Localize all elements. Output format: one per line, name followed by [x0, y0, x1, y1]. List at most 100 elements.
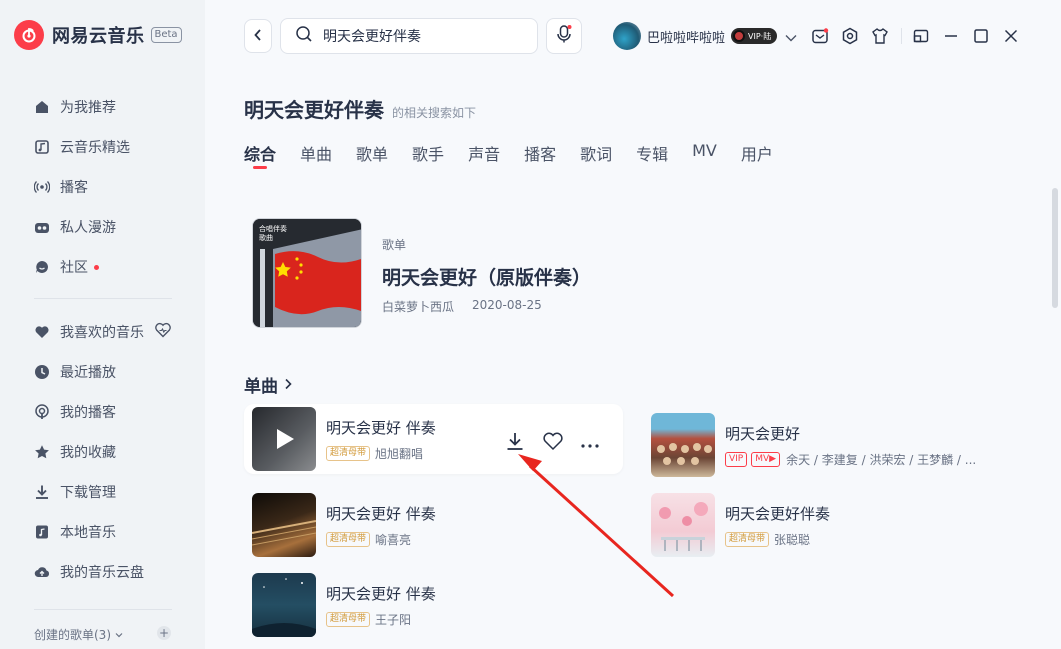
- created-playlists-label: 创建的歌单(3): [34, 628, 111, 642]
- scrollbar-thumb[interactable]: [1052, 188, 1058, 308]
- tab-albums[interactable]: 专辑: [636, 141, 668, 165]
- heart-icon: [34, 324, 50, 340]
- heartbeat-mode-icon[interactable]: [154, 321, 172, 343]
- playlist-date: 2020-08-25: [472, 298, 542, 312]
- notification-dot: [94, 264, 99, 270]
- microphone-icon: [555, 24, 573, 48]
- sidebar-item-label: 播客: [60, 180, 88, 196]
- tab-overview[interactable]: 综合: [244, 141, 276, 169]
- sidebar-item-label: 我的收藏: [60, 445, 116, 461]
- playlist-cover[interactable]: 合唱伴奏 歌曲: [252, 218, 362, 328]
- tab-artists[interactable]: 歌手: [412, 141, 444, 165]
- song-row[interactable]: 明天会更好伴奏 超清母带 张聪聪: [651, 490, 830, 560]
- song-row[interactable]: 明天会更好 VIP MV▶ 余天 / 李建复 / 洪荣宏 / 王梦麟 / ...: [651, 410, 976, 480]
- sidebar-item-label: 最近播放: [60, 365, 116, 381]
- page-subtitle: 的相关搜索如下: [392, 106, 477, 120]
- sidebar-item-downloads[interactable]: 下载管理: [0, 472, 205, 512]
- sidebar-item-collection[interactable]: 我的收藏: [0, 432, 205, 472]
- sidebar-item-liked[interactable]: 我喜欢的音乐: [0, 312, 205, 352]
- podcast-icon: [34, 404, 50, 420]
- tab-lyrics[interactable]: 歌词: [580, 141, 612, 165]
- heart-icon[interactable]: [542, 431, 564, 455]
- guitar-image: [252, 520, 316, 546]
- song-title[interactable]: 明天会更好 伴奏: [326, 503, 436, 524]
- messages-icon[interactable]: [810, 26, 830, 46]
- playlist-type-label: 歌单: [382, 238, 407, 252]
- page-title: 明天会更好伴奏: [244, 98, 384, 122]
- music-note-icon: [34, 139, 50, 155]
- home-icon: [34, 99, 50, 115]
- song-cover[interactable]: [252, 573, 316, 637]
- app-logo[interactable]: 网易云音乐 Beta: [14, 20, 182, 50]
- song-title[interactable]: 明天会更好 伴奏: [326, 417, 436, 438]
- group-photo-image: [657, 443, 712, 465]
- toolbar-divider: [901, 28, 902, 44]
- search-result-header: 明天会更好伴奏 的相关搜索如下: [244, 94, 476, 123]
- song-cover[interactable]: [651, 493, 715, 557]
- sidebar-item-label: 云音乐精选: [60, 140, 130, 156]
- quality-badge: 超清母带: [326, 531, 371, 547]
- tab-songs[interactable]: 单曲: [300, 141, 332, 165]
- tab-sounds[interactable]: 声音: [468, 141, 500, 165]
- song-title[interactable]: 明天会更好: [725, 423, 976, 444]
- playlist-info: 歌单 明天会更好（原版伴奏） 白菜萝卜西瓜 2020-08-25: [382, 236, 591, 315]
- sidebar-item-my-podcast[interactable]: 我的播客: [0, 392, 205, 432]
- tab-users[interactable]: 用户: [741, 141, 773, 165]
- sidebar-item-community[interactable]: 社区: [0, 247, 205, 287]
- created-playlists-toggle[interactable]: 创建的歌单(3): [34, 626, 123, 643]
- song-cover[interactable]: [651, 413, 715, 477]
- song-title[interactable]: 明天会更好 伴奏: [326, 583, 436, 604]
- more-icon[interactable]: [580, 434, 600, 453]
- song-artist[interactable]: 王子阳: [375, 611, 411, 628]
- song-row[interactable]: 明天会更好 伴奏 超清母带 王子阳: [252, 570, 436, 640]
- song-cover[interactable]: [252, 493, 316, 557]
- playlist-name[interactable]: 明天会更好（原版伴奏）: [382, 263, 591, 290]
- playlist-creator[interactable]: 白菜萝卜西瓜: [382, 298, 454, 315]
- cover-caption: 合唱伴奏 歌曲: [259, 225, 287, 242]
- vip-badge[interactable]: VIP·陆: [731, 28, 778, 44]
- user-menu[interactable]: 巴啦啦哔啦啦 VIP·陆: [613, 22, 797, 50]
- song-artist[interactable]: 旭旭翻唱: [375, 445, 423, 462]
- minimize-icon[interactable]: [941, 26, 961, 46]
- close-icon[interactable]: [1001, 26, 1021, 46]
- settings-icon[interactable]: [840, 26, 860, 46]
- sidebar-item-podcast[interactable]: 播客: [0, 167, 205, 207]
- avatar[interactable]: [613, 22, 641, 50]
- song-cover[interactable]: [252, 407, 316, 471]
- tab-playlists[interactable]: 歌单: [356, 141, 388, 165]
- netease-logo-icon: [14, 20, 44, 50]
- search-input[interactable]: [323, 28, 523, 44]
- song-artist[interactable]: 张聪聪: [774, 531, 810, 548]
- add-playlist-button[interactable]: +: [157, 626, 171, 640]
- song-artist[interactable]: 喻喜亮: [375, 531, 411, 548]
- sidebar-item-cloud[interactable]: 我的音乐云盘: [0, 552, 205, 592]
- song-title[interactable]: 明天会更好伴奏: [725, 503, 830, 524]
- sidebar-item-local[interactable]: 本地音乐: [0, 512, 205, 552]
- tab-podcasts[interactable]: 播客: [524, 141, 556, 165]
- voice-search-button[interactable]: [546, 18, 582, 54]
- section-title: 单曲: [244, 377, 278, 397]
- mini-mode-icon[interactable]: [911, 26, 931, 46]
- search-box[interactable]: [280, 18, 538, 54]
- songs-section-header[interactable]: 单曲: [244, 372, 292, 397]
- download-icon: [34, 484, 50, 500]
- sidebar-item-roaming[interactable]: 私人漫游: [0, 207, 205, 247]
- download-icon[interactable]: [504, 430, 526, 456]
- play-icon[interactable]: [274, 427, 296, 455]
- sidebar-divider: [34, 298, 172, 299]
- sidebar-item-recent[interactable]: 最近播放: [0, 352, 205, 392]
- skin-icon[interactable]: [870, 26, 890, 46]
- sidebar-item-label: 为我推荐: [60, 100, 116, 116]
- sidebar-item-recommend[interactable]: 为我推荐: [0, 87, 205, 127]
- song-row[interactable]: 明天会更好 伴奏 超清母带 喻喜亮: [252, 490, 436, 560]
- username[interactable]: 巴啦啦哔啦啦: [647, 27, 725, 46]
- sidebar-item-featured[interactable]: 云音乐精选: [0, 127, 205, 167]
- chevron-left-icon: [253, 27, 263, 46]
- vip-badge: VIP: [725, 451, 748, 467]
- maximize-icon[interactable]: [971, 26, 991, 46]
- chevron-down-icon[interactable]: [785, 27, 797, 46]
- mv-badge[interactable]: MV▶: [751, 451, 781, 467]
- song-artist[interactable]: 余天 / 李建复 / 洪荣宏 / 王梦麟 / ...: [786, 451, 976, 468]
- tab-mv[interactable]: MV: [692, 141, 717, 165]
- back-button[interactable]: [244, 19, 272, 53]
